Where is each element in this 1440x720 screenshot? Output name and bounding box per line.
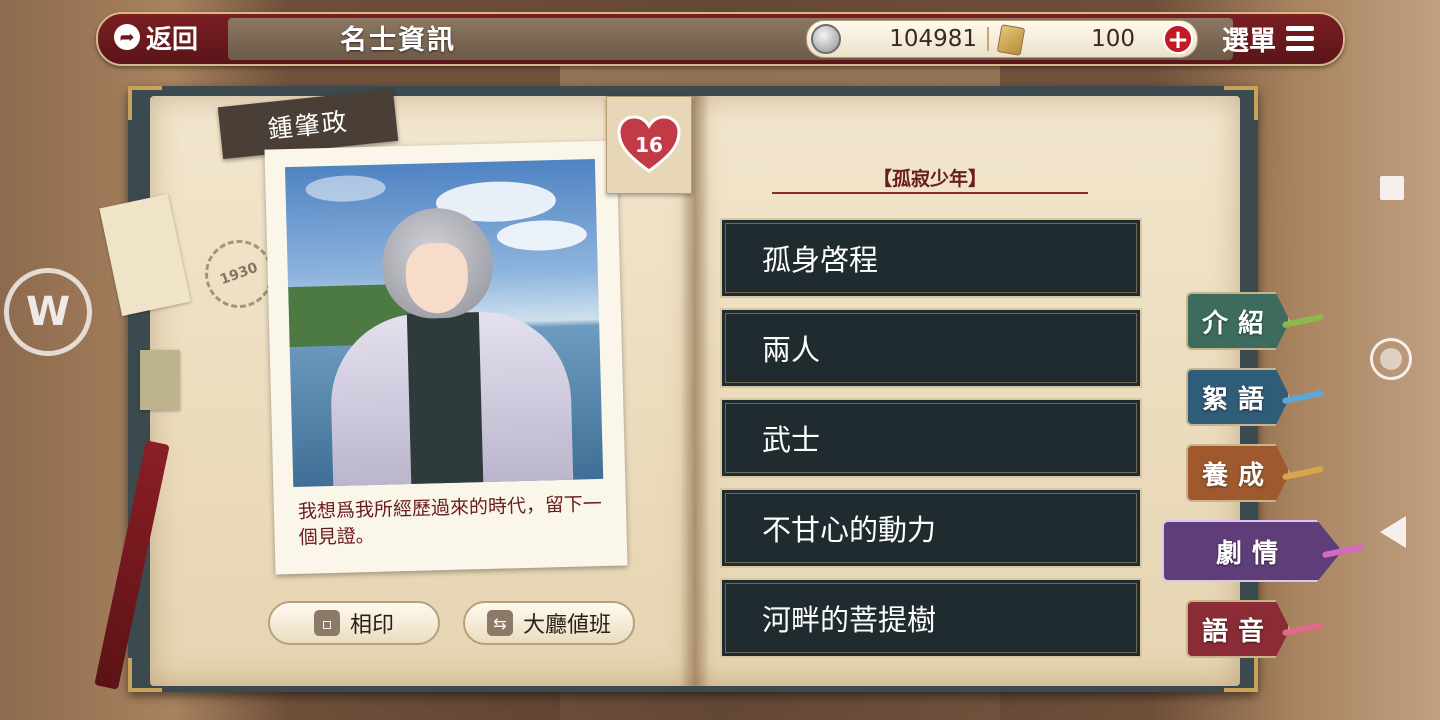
chapter-label: 河畔的菩提樹 bbox=[762, 603, 937, 637]
back-nav-icon[interactable] bbox=[1380, 516, 1406, 548]
currency-divider bbox=[987, 27, 989, 51]
back-arrow-icon: ➦ bbox=[113, 24, 140, 50]
photo-card-icon: ▫ bbox=[313, 610, 340, 636]
handwriting-decoration-right bbox=[1260, 0, 1440, 720]
chapter-label: 兩人 bbox=[762, 333, 821, 367]
silver-coin-icon bbox=[811, 24, 841, 54]
chapter-item[interactable]: 兩人 bbox=[720, 308, 1142, 388]
affection-level: 16 bbox=[635, 133, 663, 157]
add-currency-button[interactable]: + bbox=[1163, 24, 1193, 54]
swap-arrows-icon: ⇆ bbox=[486, 610, 513, 636]
menu-list-icon bbox=[1286, 25, 1314, 51]
home-icon[interactable] bbox=[1370, 338, 1412, 380]
chapter-label: 不甘心的動力 bbox=[762, 513, 937, 547]
back-button[interactable]: ➦ 返回 bbox=[100, 15, 212, 59]
cloud bbox=[305, 174, 386, 203]
menu-label: 選單 bbox=[1222, 25, 1276, 57]
recent-apps-icon[interactable] bbox=[1380, 176, 1404, 200]
floating-w-icon[interactable]: W bbox=[4, 268, 92, 356]
tab-training[interactable]: 養成 bbox=[1186, 444, 1290, 502]
stamp-button[interactable]: ▫ 相印 bbox=[268, 601, 440, 645]
affection-badge: 16 bbox=[606, 96, 692, 194]
gold-ticket-icon bbox=[996, 24, 1026, 56]
story-title: 【孤寂少年】 bbox=[872, 168, 987, 190]
tab-intro[interactable]: 介紹 bbox=[1186, 292, 1290, 350]
tab-story[interactable]: 劇情 bbox=[1162, 520, 1342, 582]
lobby-duty-button[interactable]: ⇆ 大廳値班 bbox=[463, 601, 635, 645]
chapter-label: 武士 bbox=[762, 423, 821, 457]
chapter-item[interactable]: 孤身啓程 bbox=[720, 218, 1142, 298]
ticket-count: 100 bbox=[1091, 26, 1135, 52]
story-title-underline bbox=[772, 192, 1088, 194]
stamp-button-label: 相印 bbox=[349, 613, 394, 638]
page-title: 名士資訊 bbox=[340, 25, 456, 56]
tab-whisper[interactable]: 絮語 bbox=[1186, 368, 1290, 426]
currency-bar: 104981 100 + bbox=[806, 20, 1198, 58]
back-label: 返回 bbox=[145, 24, 198, 55]
lobby-duty-button-label: 大廳値班 bbox=[522, 613, 611, 638]
cloud bbox=[496, 219, 588, 252]
tag-scrap bbox=[140, 350, 180, 410]
menu-button[interactable]: 選單 bbox=[1222, 18, 1332, 58]
chapter-item[interactable]: 不甘心的動力 bbox=[720, 488, 1142, 568]
character-quote: 我想爲我所經歷過來的時代，留下一個見證。 bbox=[297, 492, 603, 549]
character-photo-frame: 我想爲我所經歷過來的時代，留下一個見證。 bbox=[264, 140, 628, 575]
chapter-item[interactable]: 河畔的菩提樹 bbox=[720, 578, 1142, 658]
chapter-item[interactable]: 武士 bbox=[720, 398, 1142, 478]
character-portrait bbox=[284, 159, 604, 488]
coin-count: 104981 bbox=[889, 26, 977, 52]
tab-voice[interactable]: 語音 bbox=[1186, 600, 1290, 658]
chapter-label: 孤身啓程 bbox=[762, 243, 879, 277]
character-shirt bbox=[406, 312, 484, 488]
